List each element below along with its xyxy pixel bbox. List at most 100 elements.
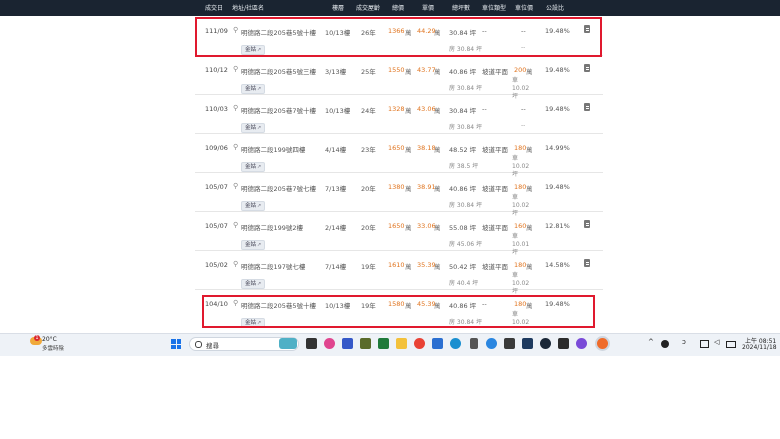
weather-temp[interactable]: 20°C bbox=[42, 336, 57, 343]
table-row[interactable]: 110/03 ⚲ 明德路二段205巷7號十樓 10/13樓 24年 1328 萬 43.06 萬… bbox=[195, 94, 603, 134]
row-tag-button[interactable]: 金姑↗ bbox=[241, 201, 266, 211]
battery-icon[interactable] bbox=[726, 341, 736, 348]
row-tag-button[interactable]: 金姑↗ bbox=[241, 279, 266, 289]
search-icon bbox=[195, 341, 202, 348]
row-total-unit: 萬 bbox=[405, 146, 412, 154]
excel-icon[interactable] bbox=[378, 338, 389, 349]
row-date: 110/03 bbox=[205, 105, 228, 113]
transaction-table: 111/09 ⚲ 明德路二段205巷5號十樓 10/13樓 26年 1366 萬 44.29 萬… bbox=[195, 16, 603, 328]
row-parking-price: 180 bbox=[514, 261, 527, 269]
taskbar-date[interactable]: 2024/11/18 bbox=[742, 344, 777, 351]
col-header-parking-price[interactable]: 車位價 bbox=[515, 3, 533, 12]
col-header-total[interactable]: 總價 bbox=[392, 3, 404, 12]
row-sub-area: 房 45.06 坪 bbox=[449, 241, 482, 248]
row-date: 109/06 bbox=[205, 144, 228, 152]
document-icon[interactable] bbox=[584, 259, 590, 267]
store-icon[interactable] bbox=[432, 338, 443, 349]
app-icon-widget[interactable] bbox=[279, 338, 297, 349]
volume-icon[interactable]: ◁ bbox=[714, 338, 719, 346]
row-parking-type: 坡道平面 bbox=[482, 68, 508, 76]
steam-icon[interactable] bbox=[540, 338, 551, 349]
row-parking-type: 坡道平面 bbox=[482, 224, 508, 232]
chrome-icon[interactable] bbox=[414, 338, 425, 349]
row-area: 50.42 坪 bbox=[449, 263, 477, 271]
row-tag-button[interactable]: 金姑↗ bbox=[241, 84, 266, 94]
copilot-icon[interactable] bbox=[324, 338, 335, 349]
col-header-ratio[interactable]: 公設比 bbox=[546, 3, 564, 12]
col-header-unit-price[interactable]: 單價 bbox=[422, 3, 434, 12]
row-total-price: 1650 bbox=[388, 222, 405, 230]
app-icon-dark[interactable] bbox=[504, 338, 515, 349]
usb-icon[interactable] bbox=[470, 338, 478, 349]
windows-start-icon[interactable] bbox=[171, 339, 181, 349]
table-row[interactable]: 105/02 ⚲ 明德路二段197號七樓 7/14樓 19年 1610 萬 35.39 萬 50.… bbox=[195, 250, 603, 295]
tray-chevron-up-icon[interactable]: ^ bbox=[648, 338, 654, 346]
row-floor: 7/14樓 bbox=[325, 263, 347, 271]
table-row[interactable]: 110/12 ⚲ 明德路二段205巷5號三樓 3/13樓 25年 1550 萬 43.77 萬 4… bbox=[195, 55, 603, 100]
table-row[interactable]: 105/07 ⚲ 明德路二段199號2樓 2/14樓 20年 1650 萬 33.06 萬 55.… bbox=[195, 211, 603, 256]
row-unit-price: 33.06 bbox=[417, 222, 436, 230]
external-link-icon: ↗ bbox=[257, 242, 262, 248]
file-explorer-icon[interactable] bbox=[396, 338, 407, 349]
app-icon-navy[interactable] bbox=[522, 338, 533, 349]
row-parking-unit: 萬 bbox=[526, 146, 533, 154]
row-address[interactable]: 明德路二段197號七樓 bbox=[241, 261, 305, 271]
row-parking-price: 160 bbox=[514, 222, 527, 230]
row-total-price: 1550 bbox=[388, 66, 405, 74]
row-address[interactable]: 明德路二段199號四樓 bbox=[241, 144, 305, 154]
weather-desc[interactable]: 多雲時陰 bbox=[42, 344, 64, 352]
tray-app-icon[interactable] bbox=[661, 340, 669, 348]
teams-icon[interactable] bbox=[342, 338, 353, 349]
col-header-address[interactable]: 地址/社區名 bbox=[232, 3, 264, 12]
row-sub-area: 房 38.5 坪 bbox=[449, 163, 479, 170]
row-total-unit: 萬 bbox=[405, 263, 412, 271]
document-icon[interactable] bbox=[584, 220, 590, 228]
row-tag-label: 金姑 bbox=[245, 242, 257, 248]
row-total-unit: 萬 bbox=[405, 224, 412, 232]
row-sub-parking-dash: -- bbox=[521, 122, 526, 129]
app-icon-green[interactable] bbox=[360, 338, 371, 349]
row-total-price: 1328 bbox=[388, 105, 405, 113]
row-address[interactable]: 明德路二段205巷7號七樓 bbox=[241, 183, 316, 193]
row-address[interactable]: 明德路二段199號2樓 bbox=[241, 222, 303, 232]
col-header-parking-type[interactable]: 車位類型 bbox=[482, 3, 506, 12]
highlight-box-first-row bbox=[195, 17, 602, 57]
row-floor: 10/13樓 bbox=[325, 107, 351, 115]
table-row[interactable]: 109/06 ⚲ 明德路二段199號四樓 4/14樓 23年 1650 萬 38.18 萬 48.… bbox=[195, 133, 603, 178]
messenger-icon[interactable] bbox=[576, 338, 587, 349]
document-icon[interactable] bbox=[584, 64, 590, 72]
location-pin-icon: ⚲ bbox=[233, 221, 239, 229]
app-icon-blue[interactable] bbox=[486, 338, 497, 349]
col-header-age[interactable]: 成交屋齡 bbox=[356, 3, 380, 12]
table-header: 成交日 地址/社區名 樓層 成交屋齡 總價 單價 總坪數 車位類型 車位價 公設… bbox=[0, 0, 780, 16]
row-unit-unit: 萬 bbox=[434, 68, 441, 76]
col-header-date[interactable]: 成交日 bbox=[205, 3, 223, 12]
row-parking-dash: -- bbox=[521, 105, 526, 113]
row-date: 105/07 bbox=[205, 183, 228, 191]
blank-area-below bbox=[0, 356, 780, 439]
row-age: 23年 bbox=[361, 146, 376, 154]
app-icon-black[interactable] bbox=[558, 338, 569, 349]
row-floor: 7/13樓 bbox=[325, 185, 347, 193]
row-address[interactable]: 明德路二段205巷7號十樓 bbox=[241, 105, 316, 115]
table-row[interactable]: 105/07 ⚲ 明德路二段205巷7號七樓 7/13樓 20年 1380 萬 38.91 萬 4… bbox=[195, 172, 603, 217]
row-total-price: 1380 bbox=[388, 183, 405, 191]
row-tag-button[interactable]: 金姑↗ bbox=[241, 162, 266, 172]
chrome-active-icon[interactable] bbox=[597, 338, 608, 349]
weather-badge: 1 bbox=[34, 335, 40, 341]
row-address[interactable]: 明德路二段205巷5號三樓 bbox=[241, 66, 316, 76]
row-tag-button[interactable]: 金姑↗ bbox=[241, 240, 266, 250]
row-age: 25年 bbox=[361, 68, 376, 76]
col-header-floor[interactable]: 樓層 bbox=[332, 3, 344, 12]
row-ratio: 19.48% bbox=[545, 105, 570, 113]
row-total-price: 1610 bbox=[388, 261, 405, 269]
row-tag-label: 金姑 bbox=[245, 281, 257, 287]
tray-display-icon[interactable] bbox=[700, 340, 709, 348]
document-icon[interactable] bbox=[584, 103, 590, 111]
page-margin-left bbox=[0, 16, 195, 328]
edge-icon[interactable] bbox=[450, 338, 461, 349]
tray-headset-icon[interactable]: ↄ bbox=[682, 338, 686, 346]
row-tag-button[interactable]: 金姑↗ bbox=[241, 123, 266, 133]
col-header-area[interactable]: 總坪數 bbox=[452, 3, 470, 12]
task-view-icon[interactable] bbox=[306, 338, 317, 349]
